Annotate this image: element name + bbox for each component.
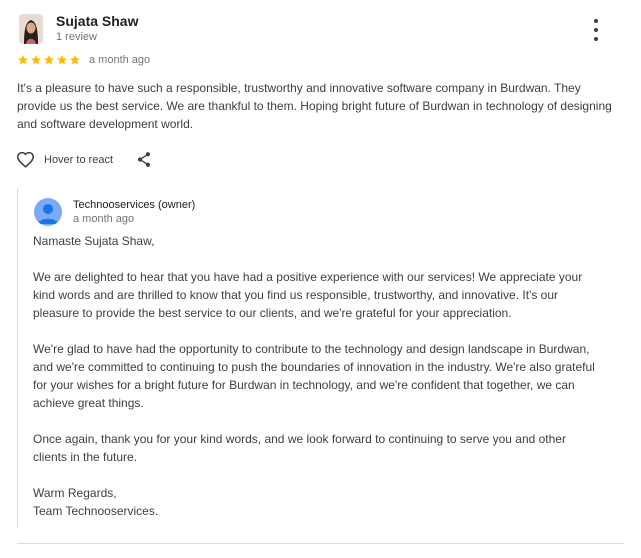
star-icon xyxy=(44,55,54,65)
rating-row: a month ago xyxy=(17,54,150,66)
person-icon xyxy=(38,204,58,224)
reply-paragraph: We're glad to have had the opportunity t… xyxy=(33,342,595,410)
star-icon xyxy=(18,55,28,65)
more-vert-icon xyxy=(594,19,598,23)
star-rating xyxy=(17,54,81,66)
reply-signature: Team Technooservices. xyxy=(33,504,159,518)
react-label: Hover to react xyxy=(44,153,114,166)
review-actions: Hover to react xyxy=(16,151,152,168)
owner-name: Technooservices (owner) xyxy=(73,199,196,211)
review-count: 1 review xyxy=(56,31,97,43)
review-divider xyxy=(17,543,624,544)
reply-paragraph: Once again, thank you for your kind word… xyxy=(33,432,566,464)
owner-avatar xyxy=(34,198,62,226)
star-icon xyxy=(31,55,41,65)
star-icon xyxy=(70,55,80,65)
reviewer-photo xyxy=(19,14,43,44)
share-icon[interactable] xyxy=(136,151,152,168)
reviewer-avatar[interactable] xyxy=(19,14,43,44)
reviewer-name[interactable]: Sujata Shaw xyxy=(56,13,138,29)
owner-reply: Technooservices (owner) a month ago Nama… xyxy=(17,188,618,528)
react-button[interactable]: Hover to react xyxy=(16,151,113,168)
heart-outline-icon xyxy=(16,151,35,168)
reply-paragraph: We are delighted to hear that you have h… xyxy=(33,270,583,320)
star-icon xyxy=(57,55,67,65)
review-date: a month ago xyxy=(89,54,151,66)
owner-reply-body: Namaste Sujata Shaw, We are delighted to… xyxy=(33,232,603,520)
owner-reply-date: a month ago xyxy=(73,213,135,225)
more-options-button[interactable] xyxy=(586,19,606,41)
reply-greeting: Namaste Sujata Shaw, xyxy=(33,234,155,248)
reply-closing: Warm Regards, xyxy=(33,486,117,500)
review-text: It's a pleasure to have such a responsib… xyxy=(17,81,612,131)
